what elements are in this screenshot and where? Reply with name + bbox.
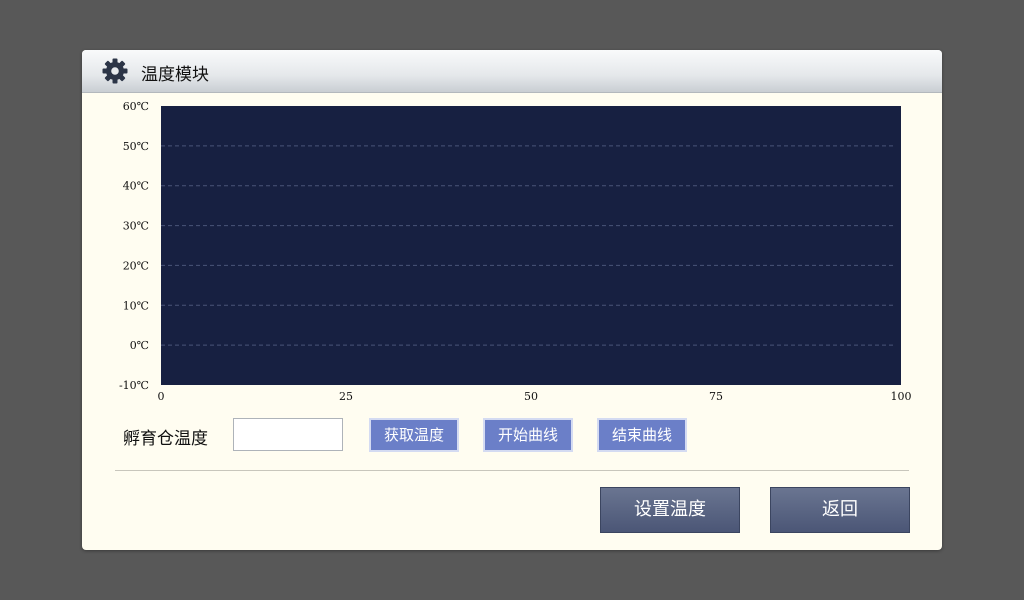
end-curve-button[interactable]: 结束曲线: [597, 418, 687, 452]
y-tick-label: 30℃: [123, 220, 149, 233]
plot-area: [161, 106, 901, 385]
x-tick-label: 0: [158, 390, 165, 403]
incubator-temp-input[interactable]: [233, 418, 343, 451]
x-tick-label: 100: [891, 390, 912, 403]
incubator-temp-label: 孵育仓温度: [123, 429, 208, 449]
divider: [115, 470, 909, 471]
back-button[interactable]: 返回: [770, 487, 910, 533]
gear-icon: [102, 58, 128, 84]
x-tick-label: 50: [524, 390, 538, 403]
y-tick-label: 60℃: [123, 100, 149, 113]
x-axis-ticks: 0 25 50 75 100: [158, 390, 912, 403]
x-tick-label: 25: [339, 390, 353, 403]
y-axis-ticks: 60℃ 50℃ 40℃ 30℃ 20℃ 10℃ 0℃ -10℃: [119, 100, 149, 392]
start-curve-button[interactable]: 开始曲线: [483, 418, 573, 452]
y-tick-label: 20℃: [123, 259, 149, 272]
temperature-module-dialog: 温度模块 60℃ 50℃ 40℃ 30℃ 20℃ 10℃ 0℃ -10℃ 0 25 50 75 100…: [82, 50, 942, 550]
y-tick-label: -10℃: [119, 379, 149, 392]
y-tick-label: 40℃: [123, 180, 149, 193]
set-temperature-button[interactable]: 设置温度: [600, 487, 740, 533]
dialog-titlebar: 温度模块: [82, 50, 942, 93]
get-temperature-button[interactable]: 获取温度: [369, 418, 459, 452]
y-tick-label: 0℃: [130, 339, 149, 352]
y-tick-label: 50℃: [123, 140, 149, 153]
dialog-title: 温度模块: [141, 65, 209, 85]
temperature-chart: 60℃ 50℃ 40℃ 30℃ 20℃ 10℃ 0℃ -10℃ 0 25 50 75 100: [119, 100, 912, 403]
x-tick-label: 75: [709, 390, 723, 403]
y-tick-label: 10℃: [123, 299, 149, 312]
